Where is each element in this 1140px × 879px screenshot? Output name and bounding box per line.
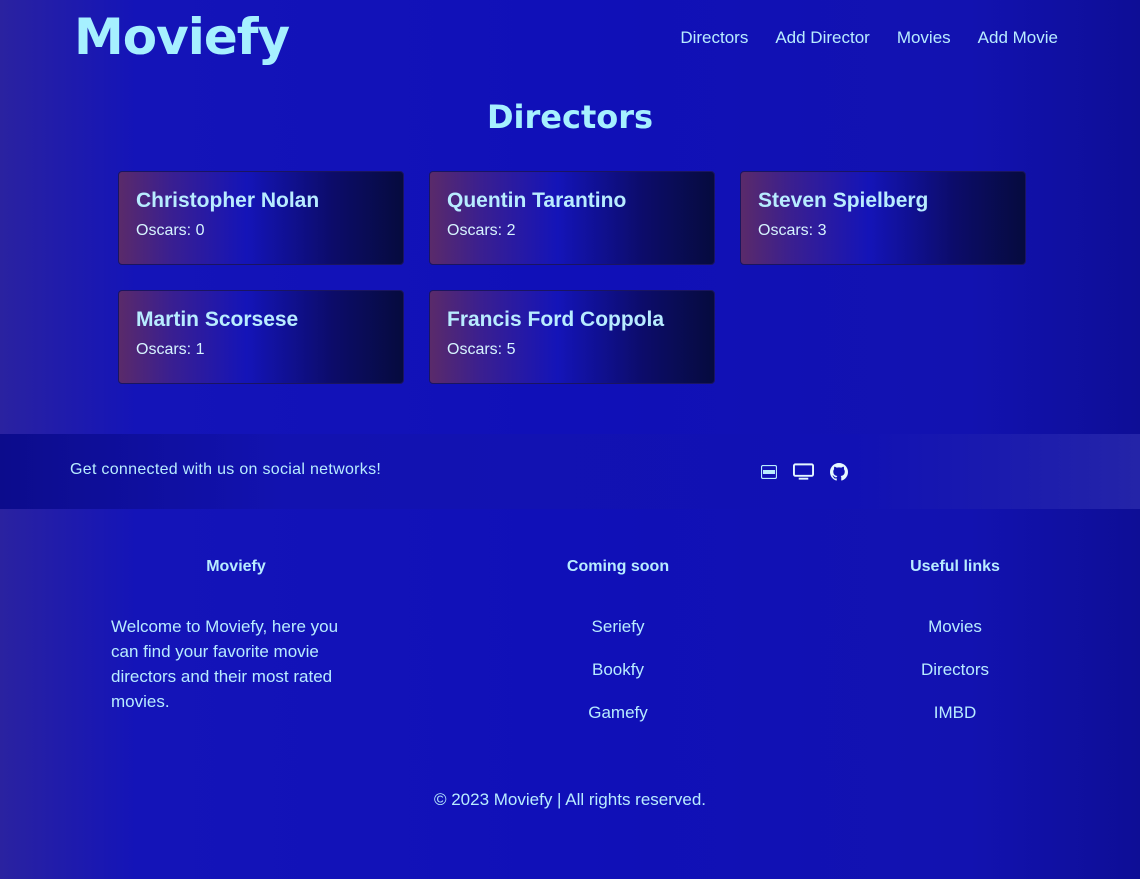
nav-link-add-director[interactable]: Add Director <box>775 28 869 48</box>
copyright: © 2023 Moviefy | All rights reserved. <box>433 790 707 809</box>
social-text: Get connected with us on social networks… <box>70 461 382 478</box>
github-icon[interactable] <box>828 462 849 482</box>
tv-icon[interactable] <box>793 462 814 482</box>
footer-coming-soon: Coming soon Seriefy Bookfy Gamefy <box>518 558 718 724</box>
footer-useful-links: Useful links Movies Directors IMBD <box>855 558 1055 724</box>
director-oscars: Oscars: 2 <box>447 222 516 239</box>
footer-link-movies[interactable]: Movies <box>928 615 982 638</box>
social-icons <box>758 462 849 482</box>
director-card[interactable]: Christopher Nolan Oscars: 0 <box>118 171 404 265</box>
imdb-icon[interactable] <box>758 462 779 482</box>
footer-coming-soon-heading: Coming soon <box>566 558 670 575</box>
director-card[interactable]: Quentin Tarantino Oscars: 2 <box>429 171 715 265</box>
nav-link-directors[interactable]: Directors <box>680 28 748 48</box>
footer-about-description: Welcome to Moviefy, here you can find yo… <box>111 617 339 711</box>
director-card[interactable]: Steven Spielberg Oscars: 3 <box>740 171 1026 265</box>
director-oscars: Oscars: 0 <box>136 222 205 239</box>
director-card[interactable]: Francis Ford Coppola Oscars: 5 <box>429 290 715 384</box>
director-name: Quentin Tarantino <box>447 189 627 212</box>
footer-link-bookfy[interactable]: Bookfy <box>592 658 644 681</box>
nav-link-add-movie[interactable]: Add Movie <box>978 28 1058 48</box>
footer-about-heading: Moviefy <box>206 558 266 575</box>
director-grid: Christopher Nolan Oscars: 0 Quentin Tara… <box>118 171 1028 384</box>
director-name: Martin Scorsese <box>136 308 299 331</box>
footer-coming-soon-links: Seriefy Bookfy Gamefy <box>518 615 718 724</box>
footer-about: Moviefy Welcome to Moviefy, here you can… <box>111 558 361 714</box>
footer-link-imbd[interactable]: IMBD <box>934 701 977 724</box>
nav-link-movies[interactable]: Movies <box>897 28 951 48</box>
footer-link-gamefy[interactable]: Gamefy <box>588 701 648 724</box>
footer-link-seriefy[interactable]: Seriefy <box>592 615 645 638</box>
navbar: Moviefy Directors Add Director Movies Ad… <box>0 0 1140 80</box>
logo[interactable]: Moviefy <box>74 8 290 66</box>
director-oscars: Oscars: 3 <box>758 222 827 239</box>
director-oscars: Oscars: 5 <box>447 341 516 358</box>
director-name: Francis Ford Coppola <box>447 308 665 331</box>
page-title: Directors <box>486 98 654 136</box>
director-card[interactable]: Martin Scorsese Oscars: 1 <box>118 290 404 384</box>
social-bar: Get connected with us on social networks… <box>0 434 1140 509</box>
nav-links: Directors Add Director Movies Add Movie <box>680 28 1058 48</box>
director-name: Christopher Nolan <box>136 189 320 212</box>
director-name: Steven Spielberg <box>758 189 929 212</box>
footer-useful-links-list: Movies Directors IMBD <box>855 615 1055 724</box>
director-oscars: Oscars: 1 <box>136 341 205 358</box>
footer-link-directors[interactable]: Directors <box>921 658 989 681</box>
footer-useful-links-heading: Useful links <box>910 558 1000 575</box>
